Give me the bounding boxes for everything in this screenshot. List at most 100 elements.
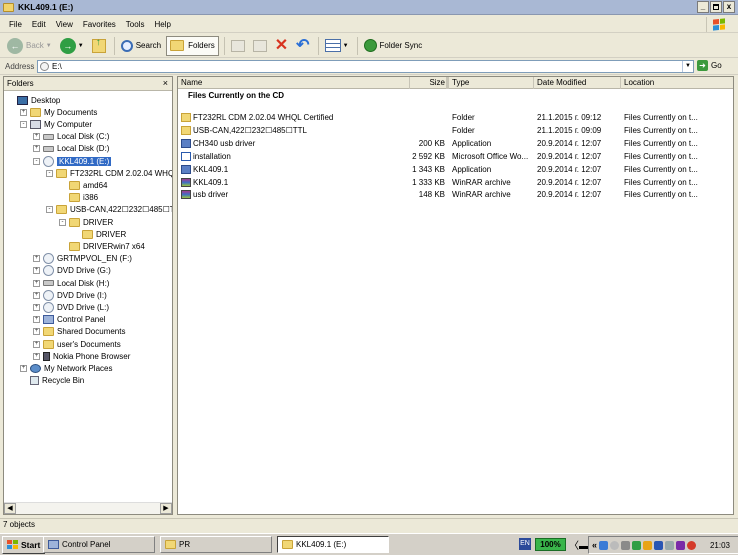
title-bar[interactable]: KKL409.1 (E:) _ x — [0, 0, 738, 15]
tree-item[interactable]: + DVD Drive (L:) — [33, 301, 109, 313]
file-row[interactable]: CH340 usb driver 200 KB Application 20.9.20… — [178, 137, 733, 150]
expand-icon[interactable]: + — [33, 255, 40, 263]
tree-item[interactable]: + My Network Places — [20, 362, 112, 374]
tree-item[interactable]: + GRTMPVOL_EN (F:) — [33, 253, 132, 265]
expand-icon[interactable]: + — [33, 340, 40, 348]
up-folder-button[interactable]: ↑ — [89, 36, 109, 56]
expand-icon[interactable]: + — [33, 291, 40, 299]
tree-item[interactable]: - USB-CAN,422☐232☐485☐TTL — [46, 204, 172, 216]
tree-item[interactable]: - KKL409.1 (E:) — [33, 155, 112, 167]
column-header-name[interactable]: Name — [178, 77, 447, 89]
scroll-left-arrow-icon[interactable]: ◀ — [4, 503, 16, 514]
menu-favorites[interactable]: Favorites — [78, 20, 121, 29]
tree-item[interactable]: - DRIVER — [59, 216, 113, 228]
tree-item[interactable]: + DVD Drive (G:) — [33, 265, 111, 277]
expand-icon[interactable]: + — [33, 133, 40, 141]
tray-expand-icon[interactable]: « — [592, 540, 597, 550]
address-input[interactable]: E:\ ▼ — [37, 60, 694, 73]
language-indicator[interactable]: EN — [519, 538, 531, 550]
update-tray-icon[interactable] — [621, 540, 631, 550]
column-header-size[interactable]: Size — [409, 77, 449, 89]
search-button[interactable]: Search — [118, 36, 164, 56]
folder-sync-button[interactable]: Folder Sync — [361, 36, 426, 56]
taskbar-item-control-panel[interactable]: Control Panel — [43, 536, 155, 553]
undo-button[interactable]: ↶ — [293, 36, 312, 56]
taskbar-item-pr[interactable]: PR — [160, 536, 272, 553]
horizontal-scrollbar[interactable]: ◀ ▶ — [4, 502, 172, 514]
tree-item[interactable]: + Nokia Phone Browser — [33, 350, 130, 362]
file-row[interactable]: KKL409.1 1 343 KB Application 20.9.2014 г. … — [178, 163, 733, 176]
network-tray-icon[interactable] — [599, 540, 609, 550]
start-button[interactable]: Start — [2, 535, 46, 554]
close-button[interactable]: x — [723, 1, 735, 13]
minimize-button[interactable]: _ — [697, 1, 709, 13]
tree-item[interactable]: + Shared Documents — [33, 326, 125, 338]
expand-icon[interactable]: + — [33, 352, 40, 360]
delete-button[interactable]: ✕ — [272, 36, 291, 56]
tree-item[interactable]: DRIVER — [72, 228, 126, 240]
power-plug-icon[interactable]: 〈▬ — [569, 537, 589, 552]
tree-item[interactable]: amd64 — [59, 179, 107, 191]
file-row[interactable]: FT232RL CDM 2.02.04 WHQL Certified Folder… — [178, 111, 733, 124]
tree-item[interactable]: + Local Disk (D:) — [33, 143, 109, 155]
menu-file[interactable]: File — [4, 20, 27, 29]
collapse-icon[interactable]: - — [20, 120, 27, 128]
tree-item[interactable]: + Control Panel — [33, 314, 105, 326]
expand-icon[interactable]: + — [33, 145, 40, 153]
move-to-button[interactable] — [228, 36, 248, 56]
tree-item[interactable]: i386 — [59, 192, 98, 204]
bluetooth-tray-icon[interactable] — [654, 540, 664, 550]
tree-item[interactable]: + DVD Drive (I:) — [33, 289, 107, 301]
expand-icon[interactable]: + — [33, 328, 40, 336]
antivirus-tray-icon[interactable] — [610, 540, 620, 550]
menu-tools[interactable]: Tools — [121, 20, 150, 29]
go-button[interactable]: ➜ Go — [697, 60, 722, 71]
scroll-right-arrow-icon[interactable]: ▶ — [160, 503, 172, 514]
expand-icon[interactable]: + — [20, 364, 27, 372]
expand-icon[interactable]: + — [33, 303, 40, 311]
expand-icon[interactable]: + — [20, 108, 27, 116]
clock[interactable]: 21:03 — [710, 541, 730, 550]
collapse-icon[interactable]: - — [46, 206, 53, 214]
file-row[interactable]: usb driver 148 KB WinRAR archive 20.9.2014 … — [178, 188, 733, 201]
forward-button[interactable]: → ▼ — [57, 36, 87, 56]
tree-item[interactable]: + user's Documents — [33, 338, 121, 350]
tree-item[interactable]: - My Computer — [20, 118, 92, 130]
collapse-icon[interactable]: - — [46, 169, 53, 177]
messenger-tray-icon[interactable] — [643, 540, 653, 550]
volume-tray-icon[interactable] — [665, 540, 675, 550]
file-row[interactable]: KKL409.1 1 333 KB WinRAR archive 20.9.2014 … — [178, 176, 733, 189]
column-header-date[interactable]: Date Modified — [534, 77, 621, 89]
tree-item[interactable]: - FT232RL CDM 2.02.04 WHQL Certified — [46, 167, 172, 179]
collapse-icon[interactable]: - — [33, 157, 40, 165]
tree-item[interactable]: + Local Disk (H:) — [33, 277, 109, 289]
maximize-button[interactable] — [710, 1, 722, 13]
file-row[interactable]: installation 2 592 KB Microsoft Office Wo.… — [178, 150, 733, 163]
tree-item[interactable]: + My Documents — [20, 106, 97, 118]
file-row[interactable]: USB-CAN,422☐232☐485☐TTL Folder 21.1.2015 г… — [178, 124, 733, 137]
expand-icon[interactable]: + — [33, 316, 40, 324]
tree-item[interactable]: Recycle Bin — [20, 375, 84, 387]
folders-button[interactable]: Folders — [166, 35, 219, 56]
tree-item[interactable]: Desktop — [7, 94, 60, 106]
menu-view[interactable]: View — [51, 20, 78, 29]
views-button[interactable]: ▼ — [322, 36, 352, 56]
sync-tray-icon[interactable] — [632, 540, 642, 550]
expand-icon[interactable]: + — [33, 267, 40, 275]
tree-item[interactable]: DRIVERwin7 x64 — [59, 240, 145, 252]
expand-icon[interactable]: + — [33, 279, 40, 287]
battery-indicator[interactable]: 100% — [535, 538, 566, 551]
address-dropdown-button[interactable]: ▼ — [682, 61, 693, 72]
taskbar-item-kkl409[interactable]: KKL409.1 (E:) — [277, 536, 389, 553]
copy-to-button[interactable] — [250, 36, 270, 56]
tree-item[interactable]: + Local Disk (C:) — [33, 131, 109, 143]
menu-edit[interactable]: Edit — [27, 20, 51, 29]
security-tray-icon[interactable] — [676, 540, 686, 550]
back-button[interactable]: ← Back ▼ — [4, 36, 55, 56]
menu-help[interactable]: Help — [149, 20, 175, 29]
column-header-location[interactable]: Location — [621, 77, 733, 89]
collapse-icon[interactable]: - — [59, 218, 66, 226]
close-folders-pane-button[interactable]: × — [163, 78, 168, 88]
shield-tray-icon[interactable] — [687, 540, 697, 550]
column-header-type[interactable]: Type — [449, 77, 534, 89]
